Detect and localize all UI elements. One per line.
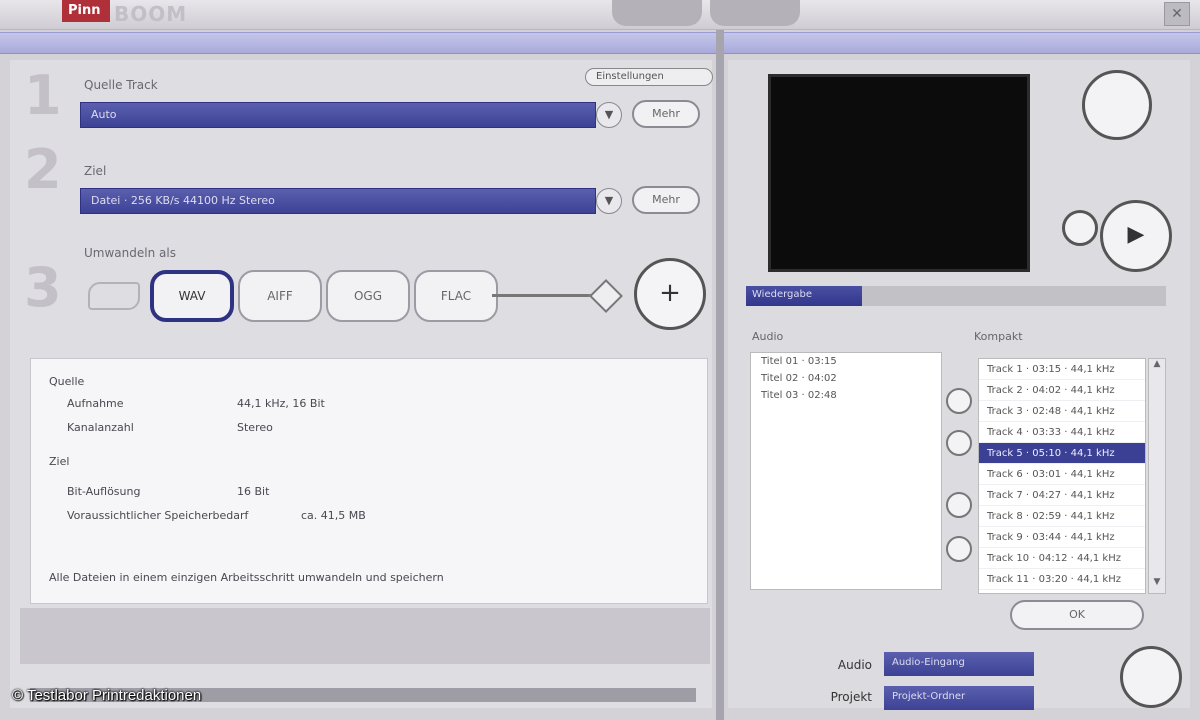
corner-round-button[interactable] [1120, 646, 1182, 708]
project-select[interactable]: Projekt-Ordner [884, 686, 1034, 710]
small-control-button[interactable] [1062, 210, 1098, 246]
list-item[interactable]: Track 7 · 04:27 · 44,1 kHz [979, 485, 1145, 506]
video-preview [768, 74, 1030, 272]
jog-dial[interactable] [1082, 70, 1152, 140]
info-heading-target: Ziel [49, 455, 70, 468]
list-item[interactable]: Titel 01 · 03:15 [751, 353, 941, 370]
preview-panel: ▶ Wiedergabe Audio Kompakt Titel 01 · 03… [728, 60, 1190, 710]
target-dropdown-button[interactable]: ▼ [596, 188, 622, 214]
option-radio[interactable] [946, 430, 972, 456]
list-item[interactable]: Track 11 · 03:20 · 44,1 kHz [979, 569, 1145, 590]
step-number-3: 3 [24, 256, 62, 319]
step-number-2: 2 [24, 138, 62, 201]
target-select-value: Datei · 256 KB/s 44100 Hz Stereo [91, 194, 275, 207]
format-button-aiff[interactable]: AIFF [238, 270, 322, 322]
format-button-flac[interactable]: FLAC [414, 270, 498, 322]
info-heading-source: Quelle [49, 375, 85, 388]
connector-line [492, 294, 600, 297]
close-button[interactable]: ✕ [1164, 2, 1190, 26]
scroll-up-icon[interactable]: ▲ [1149, 359, 1165, 375]
title-bar: Pinn BOOM ✕ [0, 0, 1200, 30]
source-select[interactable]: Auto [80, 102, 596, 128]
source-dropdown-button[interactable]: ▼ [596, 102, 622, 128]
play-button[interactable]: ▶ [1100, 200, 1172, 272]
start-conversion-button[interactable]: + [634, 258, 706, 330]
watermark: © Testlabor Printredaktionen [12, 687, 202, 704]
scroll-down-icon[interactable]: ▼ [1149, 577, 1165, 593]
format-button-wav[interactable]: WAV [150, 270, 234, 322]
target-label: Ziel [84, 164, 107, 178]
list-item[interactable]: Track 1 · 03:15 · 44,1 kHz [979, 359, 1145, 380]
option-radio[interactable] [946, 536, 972, 562]
source-more-button[interactable]: Mehr [632, 100, 700, 128]
list-item-selected[interactable]: Track 5 · 05:10 · 44,1 kHz [979, 443, 1145, 464]
hand-icon [88, 282, 140, 310]
source-select-value: Auto [91, 108, 117, 121]
info-box: Quelle Aufnahme 44,1 kHz, 16 Bit Kanalan… [30, 358, 708, 604]
audio-list-header: Audio [752, 330, 784, 343]
audio-field-label: Audio [837, 658, 872, 672]
title-control-left[interactable] [612, 0, 702, 26]
target-select[interactable]: Datei · 256 KB/s 44100 Hz Stereo [80, 188, 596, 214]
source-target-panel: 1 Quelle Track Einstellungen Auto ▼ Mehr… [10, 60, 713, 708]
ok-button[interactable]: OK [1010, 600, 1144, 630]
compact-list[interactable]: Track 1 · 03:15 · 44,1 kHz Track 2 · 04:… [978, 358, 1146, 594]
app-logo-text: BOOM [114, 2, 188, 26]
format-button-ogg[interactable]: OGG [326, 270, 410, 322]
app-logo-badge: Pinn [62, 0, 110, 22]
source-label: Quelle Track [84, 78, 158, 92]
list-item[interactable]: Track 4 · 03:33 · 44,1 kHz [979, 422, 1145, 443]
project-field-label: Projekt [830, 690, 872, 704]
play-icon: ▶ [1127, 222, 1145, 247]
target-more-button[interactable]: Mehr [632, 186, 700, 214]
list-item[interactable]: Track 9 · 03:44 · 44,1 kHz [979, 527, 1145, 548]
info-label: Kanalanzahl [67, 421, 134, 434]
info-label: Voraussichtlicher Speicherbedarf [67, 509, 249, 522]
bottom-strip [20, 608, 710, 664]
plus-icon: + [659, 278, 681, 308]
chevron-down-icon: ▼ [604, 108, 614, 121]
list-item[interactable]: Titel 03 · 02:48 [751, 387, 941, 404]
info-footer: Alle Dateien in einem einzigen Arbeitssc… [49, 571, 444, 584]
tab-playback[interactable]: Wiedergabe [746, 286, 862, 306]
list-item[interactable]: Titel 02 · 04:02 [751, 370, 941, 387]
connector-diamond [589, 279, 623, 313]
info-label: Bit-Auflösung [67, 485, 141, 498]
panel-divider[interactable] [716, 30, 724, 720]
option-radio[interactable] [946, 388, 972, 414]
info-label: Aufnahme [67, 397, 124, 410]
accent-bar [0, 32, 1200, 54]
audio-select[interactable]: Audio-Eingang [884, 652, 1034, 676]
info-value: 44,1 kHz, 16 Bit [237, 397, 325, 410]
info-value: 16 Bit [237, 485, 270, 498]
option-radio[interactable] [946, 492, 972, 518]
list-item[interactable]: Track 6 · 03:01 · 44,1 kHz [979, 464, 1145, 485]
list-item[interactable]: Track 8 · 02:59 · 44,1 kHz [979, 506, 1145, 527]
list-item[interactable]: Track 3 · 02:48 · 44,1 kHz [979, 401, 1145, 422]
convert-label: Umwandeln als [84, 246, 176, 260]
title-control-right[interactable] [710, 0, 800, 26]
settings-chip[interactable]: Einstellungen [585, 68, 713, 86]
format-buttons: WAV AIFF OGG FLAC [150, 270, 502, 322]
compact-list-header: Kompakt [974, 330, 1023, 343]
close-icon: ✕ [1171, 6, 1183, 22]
list-item[interactable]: Track 2 · 04:02 · 44,1 kHz [979, 380, 1145, 401]
list-item[interactable]: Track 10 · 04:12 · 44,1 kHz [979, 548, 1145, 569]
info-value: ca. 41,5 MB [301, 509, 366, 522]
info-value: Stereo [237, 421, 273, 434]
compact-list-scrollbar[interactable]: ▲ ▼ [1148, 358, 1166, 594]
chevron-down-icon: ▼ [604, 194, 614, 207]
step-number-1: 1 [24, 64, 62, 127]
audio-list[interactable]: Titel 01 · 03:15 Titel 02 · 04:02 Titel … [750, 352, 942, 590]
